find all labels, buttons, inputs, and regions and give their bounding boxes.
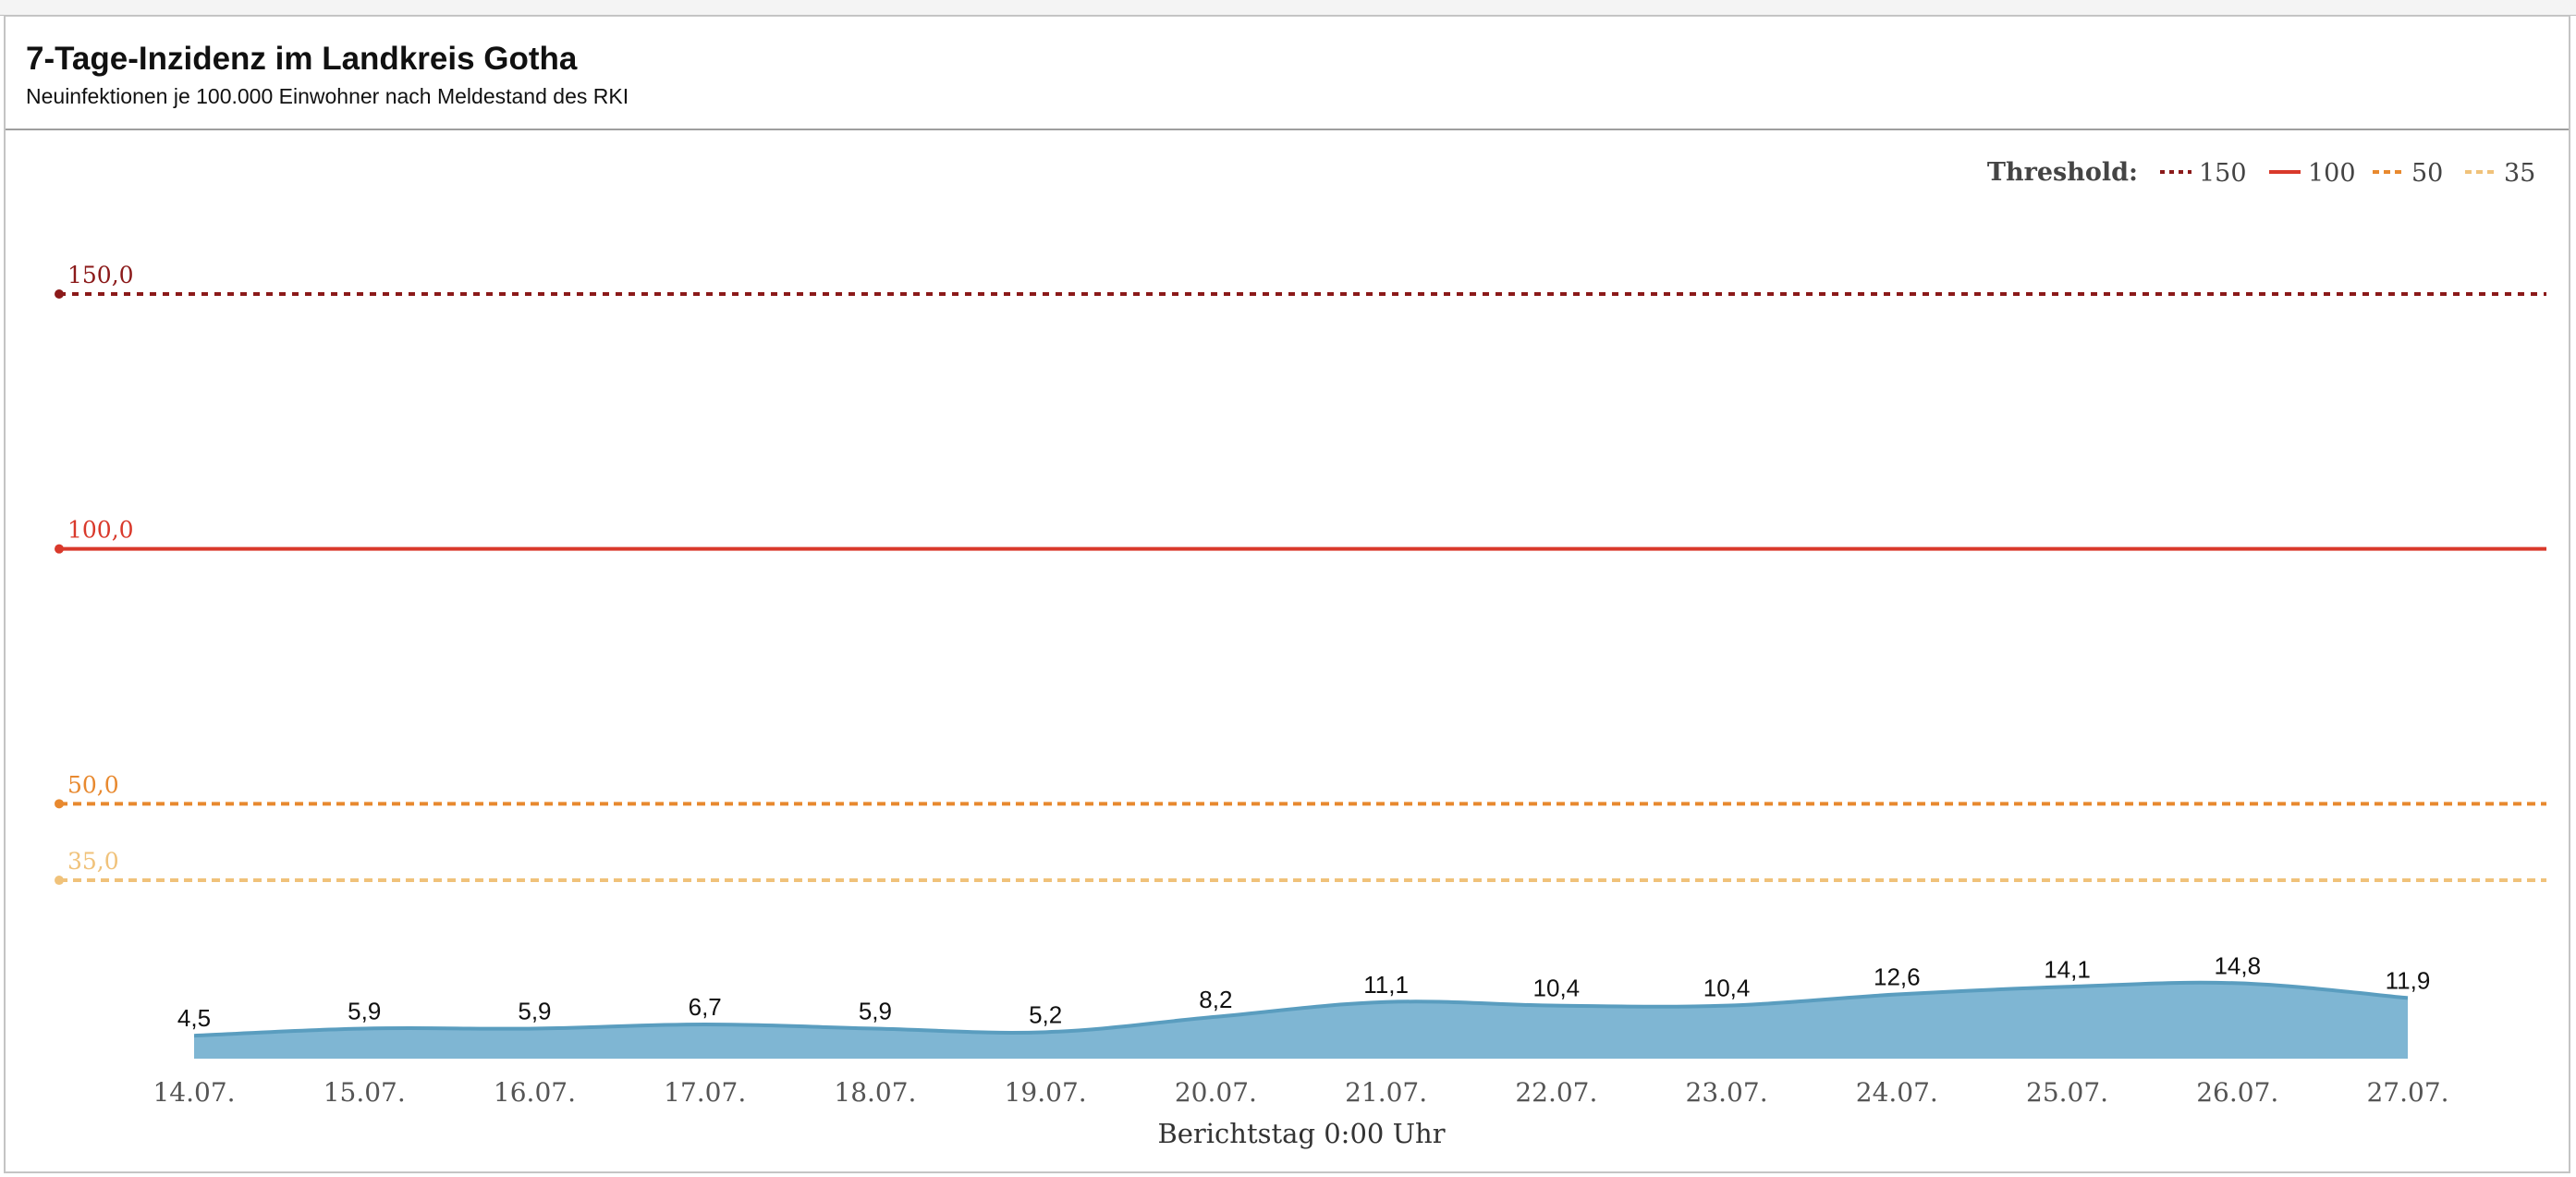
legend-label-50: 50: [2411, 159, 2443, 188]
value-label: 5,9: [348, 997, 381, 1024]
threshold-dot-50: [55, 799, 64, 809]
x-tick-label: 14.07.: [153, 1077, 235, 1108]
legend-label-150: 150: [2199, 159, 2247, 188]
x-tick-label: 19.07.: [1005, 1077, 1087, 1108]
legend-title: Threshold:: [1987, 158, 2138, 187]
value-label: 12,6: [1874, 963, 1921, 991]
x-tick-label: 26.07.: [2196, 1077, 2278, 1108]
threshold-dot-100: [55, 544, 64, 554]
x-axis-ticks: 14.07. 15.07. 16.07. 17.07. 18.07. 19.07. 20.0…: [153, 1077, 2448, 1108]
x-tick-label: 15.07.: [324, 1077, 406, 1108]
value-label: 5,9: [859, 997, 892, 1024]
value-label: 11,1: [1363, 971, 1409, 999]
x-tick-label: 20.07.: [1175, 1077, 1257, 1108]
threshold-label-150: 150,0: [67, 262, 134, 288]
value-label: 11,9: [2386, 966, 2431, 994]
threshold-label-35: 35,0: [67, 848, 119, 875]
x-tick-label: 17.07.: [664, 1077, 746, 1108]
x-tick-label: 25.07.: [2026, 1077, 2108, 1108]
value-label: 14,8: [2214, 951, 2261, 979]
x-tick-label: 18.07.: [834, 1077, 916, 1108]
legend-label-35: 35: [2504, 159, 2535, 188]
x-tick-label: 22.07.: [1515, 1077, 1597, 1108]
threshold-label-100: 100,0: [67, 517, 134, 544]
x-tick-label: 24.07.: [1856, 1077, 1938, 1108]
value-label: 10,4: [1533, 975, 1581, 1002]
value-label: 6,7: [689, 993, 722, 1021]
value-label: 5,2: [1029, 1000, 1062, 1028]
value-label: 10,4: [1703, 975, 1751, 1002]
incidence-chart: 150,0 100,0 50,0 35,0 4,5 5,9 5,9 6,7 5,9 5,2 8,2…: [55, 158, 2546, 1149]
legend-label-100: 100: [2308, 159, 2356, 188]
value-label: 4,5: [177, 1004, 211, 1032]
x-tick-label: 16.07.: [494, 1077, 576, 1108]
value-label: 8,2: [1199, 986, 1232, 1013]
x-tick-label: 27.07.: [2366, 1077, 2448, 1108]
threshold-label-50: 50,0: [67, 771, 119, 798]
x-tick-label: 21.07.: [1345, 1077, 1427, 1108]
value-label: 5,9: [518, 997, 551, 1024]
x-tick-label: 23.07.: [1686, 1077, 1768, 1108]
threshold-dot-35: [55, 876, 64, 886]
x-axis-label: Berichtstag 0:00 Uhr: [1157, 1118, 1445, 1149]
value-label: 14,1: [2044, 955, 2091, 983]
threshold-dot-150: [55, 289, 64, 299]
threshold-legend: Threshold: 150 100 50 35: [1987, 158, 2535, 188]
threshold-lines: 150,0 100,0 50,0 35,0: [55, 262, 2546, 886]
